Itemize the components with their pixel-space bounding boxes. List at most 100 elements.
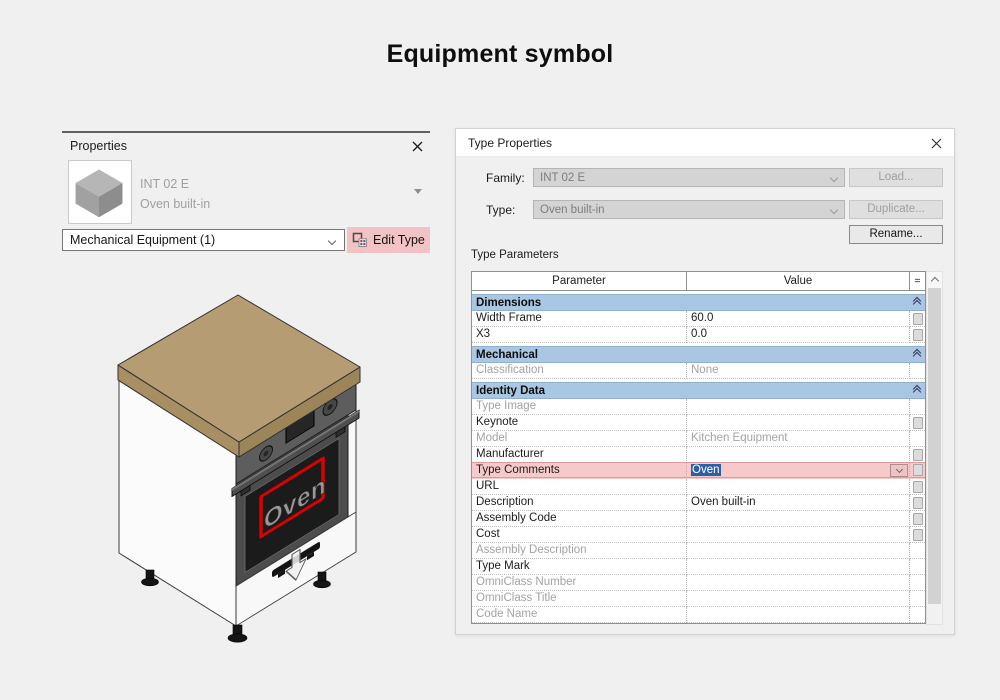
associate-parameter-cell — [910, 559, 925, 575]
associate-parameter-cell — [910, 462, 925, 478]
param-name: OmniClass Title — [472, 591, 687, 607]
associate-parameter-button[interactable] — [913, 497, 923, 509]
collapse-icon[interactable] — [914, 352, 920, 358]
param-name: Type Image — [472, 399, 687, 415]
duplicate-button[interactable]: Duplicate... — [849, 200, 943, 219]
close-icon[interactable] — [928, 135, 944, 151]
param-name: Assembly Code — [472, 511, 687, 527]
associate-parameter-button[interactable] — [913, 529, 923, 541]
param-value[interactable] — [687, 575, 910, 591]
type-label: Type: — [486, 203, 515, 217]
page-title: Equipment symbol — [0, 40, 1000, 69]
table-scrollbar[interactable] — [926, 271, 943, 625]
scrollbar-up-button[interactable] — [927, 272, 942, 288]
oven-3d-view: Oven — [60, 280, 410, 660]
selected-text: Oven — [691, 464, 721, 476]
param-name: Assembly Description — [472, 543, 687, 559]
param-row-model: ModelKitchen Equipment — [472, 431, 925, 447]
table-header: Parameter Value = — [472, 272, 925, 291]
category-selector[interactable]: Mechanical Equipment (1) — [62, 229, 345, 251]
param-row-description: DescriptionOven built-in — [472, 495, 925, 511]
edit-type-button[interactable]: Edit Type — [347, 227, 430, 253]
selected-type-name: INT 02 E Oven built-in — [140, 174, 210, 214]
load-button[interactable]: Load... — [849, 168, 943, 187]
type-combobox[interactable]: Oven built-in — [533, 200, 845, 219]
param-row-manufacturer: Manufacturer — [472, 447, 925, 463]
associate-parameter-button[interactable] — [913, 464, 923, 476]
param-row-type-comments: Type CommentsOven — [472, 463, 925, 479]
param-value[interactable]: 60.0 — [687, 311, 910, 327]
associate-parameter-cell — [910, 575, 925, 591]
param-name: OmniClass Number — [472, 575, 687, 591]
scrollbar-thumb[interactable] — [928, 288, 941, 604]
param-name: Description — [472, 495, 687, 511]
param-row-code-name: Code Name — [472, 607, 925, 623]
param-value[interactable] — [687, 607, 910, 623]
param-row-x3: X30.0 — [472, 327, 925, 343]
param-value[interactable] — [687, 511, 910, 527]
type-selector-expand-icon[interactable] — [414, 189, 422, 194]
associate-parameter-button[interactable] — [913, 417, 923, 429]
associate-parameter-cell — [910, 527, 925, 543]
type-combobox-value: Oven built-in — [540, 204, 605, 216]
section-header-identity-data[interactable]: Identity Data — [472, 382, 925, 399]
param-value[interactable] — [687, 415, 910, 431]
collapse-icon[interactable] — [914, 300, 920, 306]
category-selector-value: Mechanical Equipment (1) — [70, 233, 215, 247]
associate-parameter-cell — [910, 363, 925, 379]
dialog-titlebar[interactable]: Type Properties — [456, 129, 954, 157]
param-name: URL — [472, 479, 687, 495]
type-preview-thumbnail[interactable] — [68, 160, 132, 224]
section-header-mechanical[interactable]: Mechanical — [472, 346, 925, 363]
family-combobox[interactable]: INT 02 E — [533, 168, 845, 187]
param-value[interactable] — [687, 479, 910, 495]
column-header-formula[interactable]: = — [910, 272, 925, 290]
param-value[interactable] — [687, 559, 910, 575]
param-value[interactable] — [687, 399, 910, 415]
param-value[interactable]: 0.0 — [687, 327, 910, 343]
param-value[interactable]: None — [687, 363, 910, 379]
collapse-icon[interactable] — [914, 388, 920, 394]
value-dropdown-button[interactable] — [890, 464, 908, 477]
param-name: Manufacturer — [472, 447, 687, 463]
associate-parameter-button[interactable] — [913, 449, 923, 461]
properties-panel-title: Properties — [70, 139, 127, 153]
param-row-url: URL — [472, 479, 925, 495]
chevron-down-icon — [830, 206, 838, 214]
section-header-dimensions[interactable]: Dimensions — [472, 294, 925, 311]
param-row-assembly-code: Assembly Code — [472, 511, 925, 527]
rename-button[interactable]: Rename... — [849, 225, 943, 244]
associate-parameter-button[interactable] — [913, 481, 923, 493]
param-row-assembly-description: Assembly Description — [472, 543, 925, 559]
type-name: Oven built-in — [140, 194, 210, 214]
param-value[interactable]: Kitchen Equipment — [687, 431, 910, 447]
associate-parameter-cell — [910, 591, 925, 607]
chevron-up-icon — [930, 277, 938, 285]
param-value[interactable] — [687, 527, 910, 543]
edit-type-label: Edit Type — [373, 233, 425, 247]
associate-parameter-button[interactable] — [913, 329, 923, 341]
param-row-type-image: Type Image — [472, 399, 925, 415]
column-header-parameter[interactable]: Parameter — [472, 272, 687, 290]
param-value[interactable] — [687, 591, 910, 607]
associate-parameter-button[interactable] — [913, 513, 923, 525]
associate-parameter-cell — [910, 415, 925, 431]
oven-drawing: Oven — [60, 280, 410, 660]
associate-parameter-button[interactable] — [913, 313, 923, 325]
type-properties-dialog: Type Properties Family: INT 02 E Load...… — [455, 128, 955, 635]
param-row-classification: ClassificationNone — [472, 363, 925, 379]
column-header-value[interactable]: Value — [687, 272, 910, 290]
associate-parameter-cell — [910, 399, 925, 415]
param-value[interactable]: Oven built-in — [687, 495, 910, 511]
param-value[interactable] — [687, 543, 910, 559]
param-value[interactable]: Oven — [687, 462, 910, 478]
param-value[interactable] — [687, 447, 910, 463]
section-label: Dimensions — [476, 297, 541, 309]
family-combobox-value: INT 02 E — [540, 172, 585, 184]
dialog-title: Type Properties — [468, 136, 552, 150]
close-icon[interactable] — [409, 138, 425, 154]
edit-type-icon — [352, 232, 368, 248]
associate-parameter-cell — [910, 511, 925, 527]
param-name: Cost — [472, 527, 687, 543]
param-name: Width Frame — [472, 311, 687, 327]
